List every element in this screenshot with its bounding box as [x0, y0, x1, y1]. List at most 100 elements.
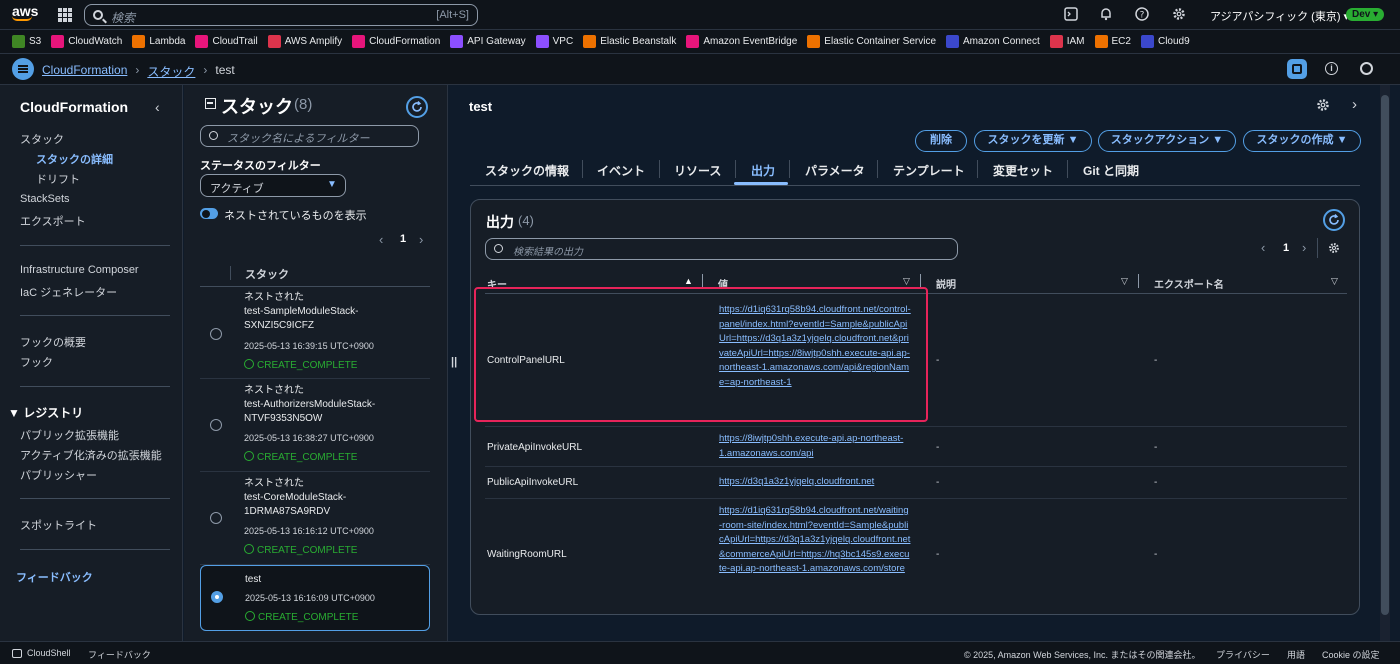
- nav-item-exports[interactable]: エクスポート: [20, 213, 86, 229]
- sort-icon[interactable]: ▽: [1331, 276, 1338, 287]
- nav-item-hooks-overview[interactable]: フックの概要: [20, 334, 86, 350]
- nav-item-stack-details[interactable]: スタックの詳細: [36, 151, 113, 167]
- page-number[interactable]: 1: [400, 233, 406, 245]
- favorite-vpc[interactable]: VPC: [535, 35, 573, 48]
- tools-icon[interactable]: [1360, 62, 1373, 75]
- cloudshell-icon[interactable]: [1063, 7, 1079, 23]
- side-menu-toggle-button[interactable]: [12, 58, 34, 80]
- output-value-link[interactable]: https://8iwjtp0shh.execute-api.ap-northe…: [719, 432, 911, 461]
- next-page-icon[interactable]: ›: [1302, 240, 1306, 255]
- account-badge[interactable]: Dev ▾: [1346, 8, 1385, 21]
- favorite-cloudformation[interactable]: CloudFormation: [352, 35, 440, 48]
- footer-privacy-link[interactable]: プライバシー: [1216, 648, 1270, 661]
- tab-divider: [1067, 160, 1068, 178]
- nav-item-feedback[interactable]: フィードバック: [16, 569, 93, 585]
- stack-radio-button[interactable]: [210, 512, 222, 524]
- stack-radio-button[interactable]: [210, 419, 222, 431]
- prev-page-icon[interactable]: ‹: [1261, 240, 1265, 255]
- favorite-amazon-eventbridge[interactable]: Amazon EventBridge: [686, 35, 797, 48]
- nested-toggle-switch[interactable]: [200, 208, 218, 219]
- outputs-page-number[interactable]: 1: [1283, 242, 1289, 254]
- output-value-link[interactable]: https://d1iq631rq58b94.cloudfront.net/wa…: [719, 504, 911, 577]
- aws-logo[interactable]: aws: [12, 4, 38, 21]
- nav-item-stacksets[interactable]: StackSets: [20, 193, 70, 205]
- tab-stack-info[interactable]: スタックの情報: [485, 162, 569, 179]
- favorite-aws-amplify[interactable]: AWS Amplify: [267, 35, 342, 48]
- breadcrumb-cloudformation[interactable]: CloudFormation: [42, 63, 127, 80]
- stack-filter-input[interactable]: スタック名によるフィルター: [200, 125, 419, 147]
- footer-terms-link[interactable]: 用語: [1287, 648, 1305, 661]
- stack-radio-button[interactable]: [210, 328, 222, 340]
- nav-section-registry[interactable]: ▼ レジストリ: [8, 404, 83, 421]
- tab-parameters[interactable]: パラメータ: [805, 162, 865, 179]
- notifications-bell-icon[interactable]: [1098, 7, 1114, 23]
- stack-list-item-selected[interactable]: test 2025-05-13 16:16:09 UTC+0900 CREATE…: [200, 565, 430, 631]
- sort-icon[interactable]: ▽: [903, 276, 910, 287]
- nav-item-spotlight[interactable]: スポットライト: [20, 517, 97, 533]
- tab-git-sync[interactable]: Git と同期: [1083, 162, 1139, 179]
- scrollbar-thumb[interactable]: [1381, 95, 1389, 615]
- favorite-cloudtrail[interactable]: CloudTrail: [195, 35, 258, 48]
- column-header-export-name[interactable]: エクスポート名: [1154, 276, 1224, 291]
- tab-change-sets[interactable]: 変更セット: [993, 162, 1053, 179]
- stack-list-item[interactable]: ネストされた test-AuthorizersModuleStack-NTVF9…: [200, 380, 430, 472]
- breadcrumb-stacks[interactable]: スタック: [147, 63, 195, 80]
- split-panel-toggle-icon[interactable]: [1287, 59, 1307, 79]
- page-scrollbar[interactable]: [1380, 85, 1390, 641]
- next-page-icon[interactable]: ›: [419, 232, 423, 247]
- global-search-input[interactable]: 検索 [Alt+S]: [84, 4, 478, 26]
- update-stack-button[interactable]: スタックを更新 ▼: [974, 130, 1092, 152]
- info-icon[interactable]: i: [1325, 62, 1338, 75]
- column-header-description[interactable]: 説明: [936, 276, 956, 291]
- region-selector[interactable]: アジアパシフィック (東京) ▾: [1210, 8, 1349, 24]
- prev-page-icon[interactable]: ‹: [379, 232, 383, 247]
- favorite-cloud9[interactable]: Cloud9: [1140, 35, 1190, 48]
- stack-list-item[interactable]: ネストされた test-SampleModuleStack-SXNZI5C9IC…: [200, 287, 430, 379]
- footer-feedback-link[interactable]: フィードバック: [88, 648, 151, 661]
- nav-item-hooks[interactable]: フック: [20, 354, 53, 370]
- stack-list-item[interactable]: ネストされた test-CoreModuleStack-1DRMA87SA9RD…: [200, 473, 430, 565]
- nav-item-drift[interactable]: ドリフト: [36, 171, 80, 187]
- output-value-link[interactable]: https://d3q1a3z1yjqelq.cloudfront.net: [719, 475, 911, 490]
- favorite-iam[interactable]: IAM: [1049, 35, 1085, 48]
- table-preferences-gear-icon[interactable]: [1328, 242, 1340, 257]
- favorite-elastic-container-service[interactable]: Elastic Container Service: [807, 35, 936, 48]
- nav-item-publisher[interactable]: パブリッシャー: [20, 467, 97, 483]
- help-icon[interactable]: ?: [1134, 7, 1150, 23]
- preferences-gear-icon[interactable]: [1316, 98, 1330, 115]
- tab-outputs[interactable]: 出力: [751, 162, 775, 179]
- sort-ascending-icon[interactable]: ▲: [684, 276, 693, 286]
- settings-gear-icon[interactable]: [1171, 7, 1187, 23]
- favorite-elastic-beanstalk[interactable]: Elastic Beanstalk: [583, 35, 676, 48]
- services-menu-icon[interactable]: [58, 8, 72, 22]
- favorite-api-gateway[interactable]: API Gateway: [450, 35, 526, 48]
- favorite-ec2[interactable]: EC2: [1094, 35, 1131, 48]
- status-filter-select[interactable]: アクティブ ▼: [200, 174, 346, 197]
- footer-cookie-link[interactable]: Cookie の設定: [1322, 648, 1380, 661]
- create-stack-button[interactable]: スタックの作成 ▼: [1243, 130, 1361, 152]
- footer-cloudshell-link[interactable]: CloudShell: [27, 648, 71, 658]
- collapse-panel-icon[interactable]: [205, 98, 216, 109]
- favorite-s3[interactable]: S3: [12, 35, 41, 48]
- stack-actions-button[interactable]: スタックアクション ▼: [1098, 130, 1236, 152]
- chevron-right-icon[interactable]: ›: [1352, 96, 1357, 113]
- nav-item-stacks[interactable]: スタック: [20, 131, 64, 147]
- nav-item-infrastructure-composer[interactable]: Infrastructure Composer: [20, 264, 139, 276]
- tab-template[interactable]: テンプレート: [893, 162, 965, 179]
- sort-icon[interactable]: ▽: [1121, 276, 1128, 287]
- tab-resources[interactable]: リソース: [674, 162, 721, 179]
- collapse-nav-icon[interactable]: ‹: [155, 99, 160, 115]
- stack-radio-button[interactable]: [211, 591, 223, 603]
- favorite-cloudwatch[interactable]: CloudWatch: [51, 35, 122, 48]
- panel-resize-handle[interactable]: ||: [451, 356, 457, 368]
- outputs-search-input[interactable]: 検索結果の出力: [485, 238, 958, 260]
- nav-item-iac-generator[interactable]: IaC ジェネレーター: [20, 284, 117, 300]
- favorite-lambda[interactable]: Lambda: [132, 35, 185, 48]
- refresh-outputs-button[interactable]: [1323, 209, 1345, 231]
- delete-button[interactable]: 削除: [915, 130, 967, 152]
- tab-events[interactable]: イベント: [597, 162, 645, 179]
- nav-item-public-extensions[interactable]: パブリック拡張機能: [20, 427, 119, 443]
- favorite-amazon-connect[interactable]: Amazon Connect: [946, 35, 1040, 48]
- refresh-stacks-button[interactable]: [406, 96, 428, 118]
- nav-item-activated-extensions[interactable]: アクティブ化済みの拡張機能: [20, 447, 162, 463]
